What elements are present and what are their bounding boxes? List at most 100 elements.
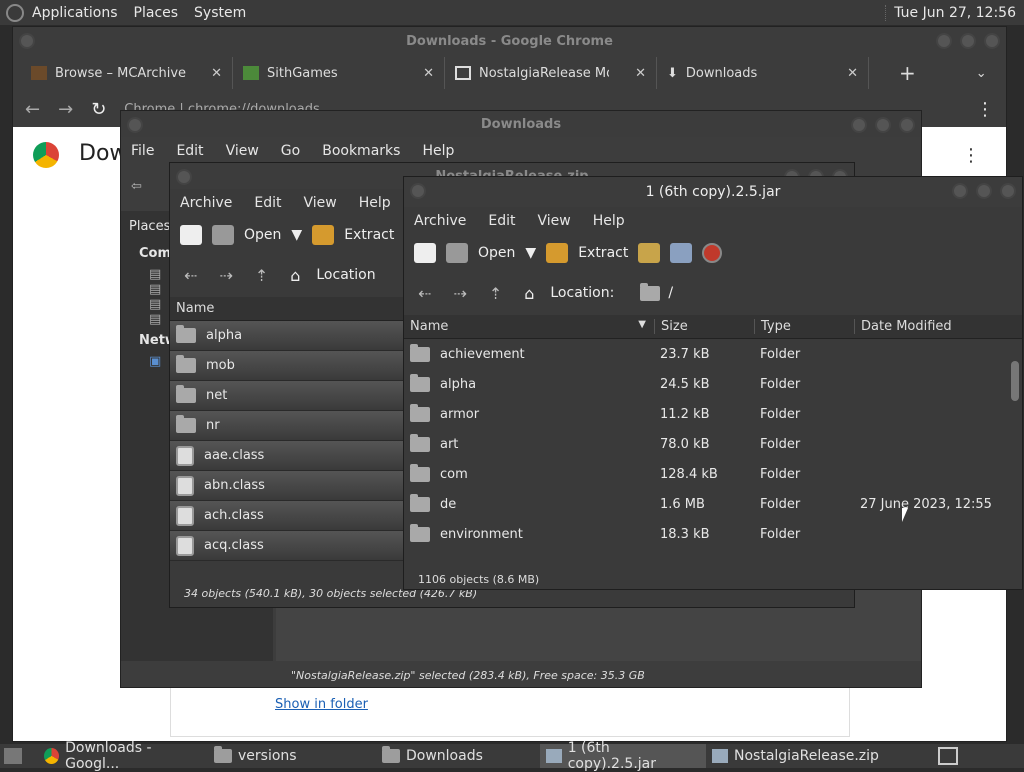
home-icon[interactable]: ⌂ (524, 284, 534, 303)
panel-clock[interactable]: Tue Jun 27, 12:56 (885, 4, 1024, 21)
task-jar-archive[interactable]: 1 (6th copy).2.5.jar (540, 740, 706, 772)
up-icon[interactable]: ⇡ (255, 266, 268, 285)
menu-edit[interactable]: Edit (254, 195, 281, 211)
maximize-button[interactable] (976, 183, 992, 199)
add-folder-icon[interactable] (670, 243, 693, 263)
open-button[interactable]: Open (244, 227, 281, 243)
back-icon[interactable]: ⇠ (184, 266, 197, 285)
location-path[interactable]: / (668, 285, 673, 301)
up-icon[interactable]: ⇡ (489, 284, 502, 303)
fm-titlebar[interactable]: Downloads (121, 111, 921, 137)
extract-button[interactable]: Extract (578, 245, 628, 261)
show-desktop-icon[interactable] (4, 748, 22, 764)
column-header-type[interactable]: Type (754, 319, 854, 334)
page-menu-icon[interactable]: ⋮ (962, 145, 980, 166)
new-tab-icon[interactable]: + (899, 61, 916, 85)
menu-go[interactable]: Go (281, 143, 300, 159)
tab-close-icon[interactable]: ✕ (211, 66, 222, 81)
archive-titlebar[interactable]: 1 (6th copy).2.5.jar (404, 177, 1022, 207)
add-files-icon[interactable] (638, 243, 661, 263)
menu-help[interactable]: Help (359, 195, 391, 211)
task-chrome[interactable]: Downloads - Googl... (38, 740, 208, 772)
tab-close-icon[interactable]: ✕ (423, 66, 434, 81)
window-menu-button[interactable] (19, 33, 35, 49)
task-downloads[interactable]: Downloads (376, 744, 540, 768)
forward-arrow-icon[interactable]: → (58, 99, 73, 120)
menu-system[interactable]: System (186, 5, 254, 21)
menu-view[interactable]: View (304, 195, 337, 211)
workspace-switcher-icon[interactable] (938, 747, 958, 765)
minimize-button[interactable] (936, 33, 952, 49)
table-row[interactable]: alpha 24.5 kB Folder (404, 369, 1022, 399)
chrome-titlebar[interactable]: Downloads - Google Chrome (13, 27, 1006, 55)
tab-nostalgia[interactable]: NostalgiaRelease Mod Ar ✕ (445, 57, 657, 89)
window-menu-button[interactable] (410, 183, 426, 199)
menu-help[interactable]: Help (422, 143, 454, 159)
table-row[interactable]: de 1.6 MB Folder 27 June 2023, 12:55 (404, 489, 1022, 519)
back-arrow-icon[interactable]: ← (25, 99, 40, 120)
item-size: 24.5 kB (660, 376, 710, 392)
column-header-date[interactable]: Date Modified (854, 319, 1004, 334)
table-row[interactable]: com 128.4 kB Folder (404, 459, 1022, 489)
tab-sithgames[interactable]: SithGames ✕ (233, 57, 445, 89)
open-icon[interactable] (212, 225, 234, 245)
open-icon[interactable] (446, 243, 468, 263)
fm-back-arrow-icon[interactable]: ⇦ (131, 179, 142, 194)
reload-icon[interactable]: ↻ (91, 99, 106, 120)
tab-downloads[interactable]: ⬇ Downloads ✕ (657, 57, 869, 89)
open-button[interactable]: Open (478, 245, 515, 261)
column-header-size[interactable]: Size (654, 319, 754, 334)
minimize-button[interactable] (952, 183, 968, 199)
table-row[interactable]: armor 11.2 kB Folder (404, 399, 1022, 429)
menu-edit[interactable]: Edit (488, 213, 515, 229)
menu-file[interactable]: File (131, 143, 154, 159)
task-versions[interactable]: versions (208, 744, 376, 768)
menu-view[interactable]: View (226, 143, 259, 159)
home-icon[interactable]: ⌂ (290, 266, 300, 285)
menu-bookmarks[interactable]: Bookmarks (322, 143, 400, 159)
menu-edit[interactable]: Edit (176, 143, 203, 159)
minimize-button[interactable] (851, 117, 867, 133)
distro-logo-icon[interactable] (6, 3, 24, 22)
menu-places[interactable]: Places (126, 5, 187, 21)
window-menu-button[interactable] (127, 117, 143, 133)
tab-mcarchive[interactable]: Browse – MCArchive ✕ (21, 57, 233, 89)
open-dropdown-icon[interactable]: ▼ (525, 245, 536, 261)
location-label: Location: (550, 285, 615, 301)
task-zip-archive[interactable]: NostalgiaRelease.zip (706, 744, 906, 768)
close-button[interactable] (899, 117, 915, 133)
extract-icon[interactable] (546, 243, 569, 263)
new-archive-icon[interactable] (180, 225, 202, 245)
menu-help[interactable]: Help (593, 213, 625, 229)
maximize-button[interactable] (960, 33, 976, 49)
window-menu-button[interactable] (176, 169, 192, 185)
tab-close-icon[interactable]: ✕ (847, 66, 858, 81)
extract-icon[interactable] (312, 225, 335, 245)
close-button[interactable] (984, 33, 1000, 49)
table-row[interactable]: achievement 23.7 kB Folder (404, 339, 1022, 369)
table-row[interactable]: environment 18.3 kB Folder (404, 519, 1022, 549)
column-header-name[interactable]: Name ▼ (404, 319, 654, 334)
vertical-scrollbar[interactable] (1010, 347, 1020, 567)
stop-icon[interactable] (702, 243, 723, 263)
table-row[interactable]: art 78.0 kB Folder (404, 429, 1022, 459)
tab-close-icon[interactable]: ✕ (635, 66, 646, 81)
menu-applications[interactable]: Applications (24, 5, 126, 21)
kebab-menu-icon[interactable]: ⋮ (976, 99, 994, 120)
folder-icon (410, 463, 430, 482)
menu-view[interactable]: View (538, 213, 571, 229)
show-in-folder-link[interactable]: Show in folder (275, 697, 368, 712)
forward-icon[interactable]: ⇢ (453, 284, 466, 303)
scrollbar-thumb[interactable] (1011, 361, 1019, 401)
new-archive-icon[interactable] (414, 243, 436, 263)
extract-button[interactable]: Extract (344, 227, 394, 243)
tab-search-chevron-icon[interactable]: ⌄ (976, 66, 987, 81)
forward-icon[interactable]: ⇢ (219, 266, 232, 285)
maximize-button[interactable] (875, 117, 891, 133)
open-dropdown-icon[interactable]: ▼ (291, 227, 302, 243)
close-button[interactable] (1000, 183, 1016, 199)
back-icon[interactable]: ⇠ (418, 284, 431, 303)
menu-archive[interactable]: Archive (414, 213, 466, 229)
task-label: versions (238, 748, 297, 764)
menu-archive[interactable]: Archive (180, 195, 232, 211)
